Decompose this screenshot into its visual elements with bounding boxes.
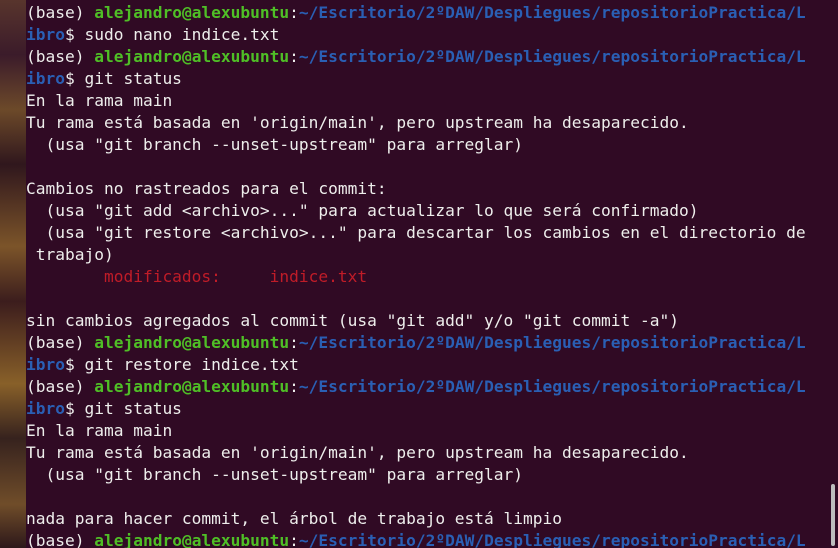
terminal-line: Tu rama está basada en 'origin/main', pe… <box>26 442 828 464</box>
terminal-line: (base) alejandro@alexubuntu:~/Escritorio… <box>26 530 828 548</box>
output-text: nada para hacer commit, el árbol de trab… <box>26 509 563 528</box>
prompt-path: ~/Escritorio/2ºDAW/Despliegues/repositor… <box>298 531 806 548</box>
terminal-scrollbar[interactable] <box>828 0 838 548</box>
prompt-separator: : <box>289 47 299 66</box>
output-text: (usa "git restore <archivo>..." para des… <box>26 223 806 242</box>
prompt-path: ~/Escritorio/2ºDAW/Despliegues/repositor… <box>298 47 806 66</box>
prompt-user-host: alejandro@alexubuntu <box>94 3 290 22</box>
terminal-output[interactable]: (base) alejandro@alexubuntu:~/Escritorio… <box>0 0 828 548</box>
prompt-separator: : <box>289 377 299 396</box>
terminal-line: sin cambios agregados al commit (usa "gi… <box>26 310 828 332</box>
scrollbar-thumb[interactable] <box>831 484 835 546</box>
prompt-user-host: alejandro@alexubuntu <box>94 333 290 352</box>
modified-label: modificados: <box>26 267 270 286</box>
terminal-line: ibro$ git status <box>26 398 828 420</box>
prompt-path: ~/Escritorio/2ºDAW/Despliegues/repositor… <box>298 333 806 352</box>
output-text: trabajo) <box>26 245 114 264</box>
terminal-line: En la rama main <box>26 90 828 112</box>
prompt-path-continued: ibro <box>26 69 65 88</box>
output-text: (usa "git branch --unset-upstream" para … <box>26 135 524 154</box>
prompt-separator: : <box>289 531 299 548</box>
terminal-line: (usa "git restore <archivo>..." para des… <box>26 222 828 244</box>
command-text: $ sudo nano indice.txt <box>64 25 280 44</box>
prompt-separator: : <box>289 333 299 352</box>
modified-file: indice.txt <box>269 267 368 286</box>
prompt-path: ~/Escritorio/2ºDAW/Despliegues/repositor… <box>298 3 806 22</box>
output-text: sin cambios agregados al commit (usa "gi… <box>26 311 679 330</box>
command-text: $ git restore indice.txt <box>64 355 299 374</box>
prompt-path-continued: ibro <box>26 355 65 374</box>
output-text: Tu rama está basada en 'origin/main', pe… <box>26 443 689 462</box>
terminal-line: Tu rama está basada en 'origin/main', pe… <box>26 112 828 134</box>
terminal-line: Cambios no rastreados para el commit: <box>26 178 828 200</box>
terminal-line: trabajo) <box>26 244 828 266</box>
prompt-env: (base) <box>26 47 95 66</box>
prompt-user-host: alejandro@alexubuntu <box>94 47 290 66</box>
terminal-line: modificados: indice.txt <box>26 266 828 288</box>
terminal-line: (usa "git branch --unset-upstream" para … <box>26 134 828 156</box>
terminal-line: nada para hacer commit, el árbol de trab… <box>26 508 828 530</box>
output-text: (usa "git branch --unset-upstream" para … <box>26 465 524 484</box>
command-text: $ git status <box>64 69 182 88</box>
terminal-line: (base) alejandro@alexubuntu:~/Escritorio… <box>26 2 828 24</box>
output-text: En la rama main <box>26 91 173 110</box>
prompt-user-host: alejandro@alexubuntu <box>94 531 290 548</box>
prompt-env: (base) <box>26 377 95 396</box>
output-text: Tu rama está basada en 'origin/main', pe… <box>26 113 689 132</box>
prompt-path-continued: ibro <box>26 25 65 44</box>
prompt-user-host: alejandro@alexubuntu <box>94 377 290 396</box>
terminal-line: (base) alejandro@alexubuntu:~/Escritorio… <box>26 46 828 68</box>
output-text: En la rama main <box>26 421 173 440</box>
terminal-line: (base) alejandro@alexubuntu:~/Escritorio… <box>26 332 828 354</box>
terminal-line: ibro$ git status <box>26 68 828 90</box>
prompt-separator: : <box>289 3 299 22</box>
prompt-path-continued: ibro <box>26 399 65 418</box>
command-text: $ git status <box>64 399 182 418</box>
output-text: (usa "git add <archivo>..." para actuali… <box>26 201 699 220</box>
terminal-line: ibro$ sudo nano indice.txt <box>26 24 828 46</box>
terminal-line: (usa "git branch --unset-upstream" para … <box>26 464 828 486</box>
output-text: Cambios no rastreados para el commit: <box>26 179 387 198</box>
terminal-line: ibro$ git restore indice.txt <box>26 354 828 376</box>
prompt-env: (base) <box>26 3 95 22</box>
prompt-env: (base) <box>26 531 95 548</box>
terminal-line: (usa "git add <archivo>..." para actuali… <box>26 200 828 222</box>
terminal-line: En la rama main <box>26 420 828 442</box>
terminal-line: (base) alejandro@alexubuntu:~/Escritorio… <box>26 376 828 398</box>
prompt-env: (base) <box>26 333 95 352</box>
prompt-path: ~/Escritorio/2ºDAW/Despliegues/repositor… <box>298 377 806 396</box>
